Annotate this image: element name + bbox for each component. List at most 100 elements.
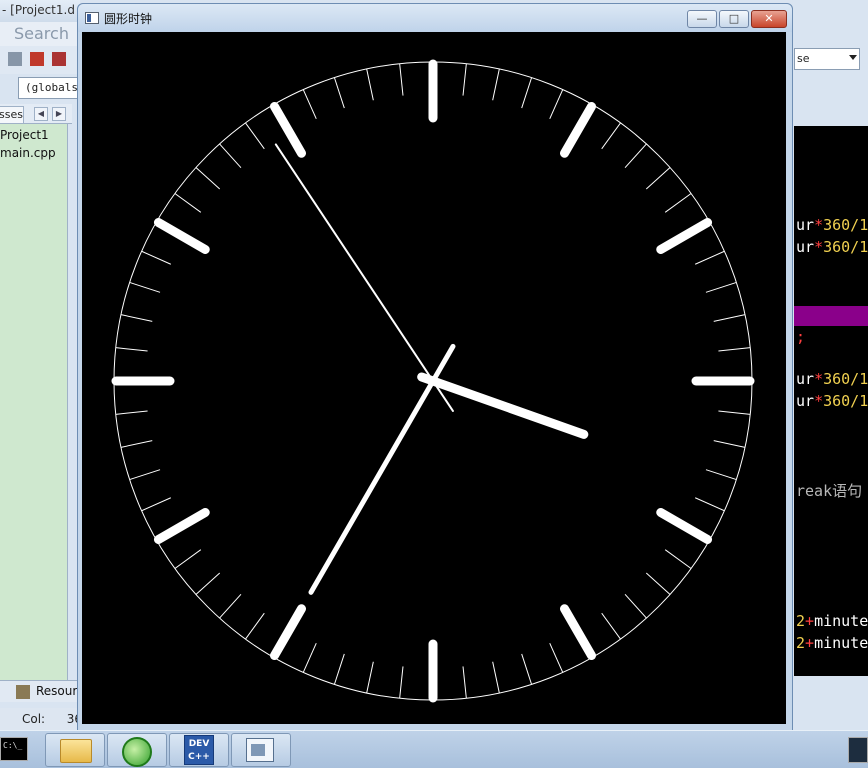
minute-tick [174,549,202,569]
minute-tick [302,642,317,673]
minute-tick [694,497,725,512]
tray-icon[interactable] [848,737,868,763]
minute-tick [718,347,751,352]
minute-tick [120,314,153,322]
delete-icon[interactable] [30,52,44,66]
chevron-down-icon [849,55,857,60]
code-line: ur*360/1 [796,370,868,388]
copy-icon[interactable] [8,52,22,66]
minute-tick [713,440,746,448]
code-editor[interactable]: ur*360/1 ur*360/1 ; ur*360/1 ur*360/1 re… [794,126,868,676]
minute-tick [664,549,692,569]
hour-tick [560,604,596,661]
ide-side-tabs: Classes ◀ ▶ [0,104,72,124]
devcpp-icon: DEV C++ [184,735,214,765]
minute-tick [492,68,500,101]
hour-tick [560,101,596,158]
code-line: ur*360/1 [796,238,868,256]
ide-bottom-tabs: Resour [0,680,80,702]
minute-tick [664,193,692,213]
minimize-button[interactable]: — [687,10,717,28]
function-combo[interactable]: se [794,48,860,70]
ide-search-label[interactable]: Search [0,22,80,46]
tab-left-arrow-icon[interactable]: ◀ [34,107,48,121]
status-col-label: Col: [22,712,46,726]
tab-classes[interactable]: Classes [0,106,24,124]
close-button[interactable]: ✕ [751,10,787,28]
clock-window[interactable]: 圆形时钟 — □ ✕ [77,3,793,731]
minute-hand [308,343,456,595]
tab-resources[interactable]: Resour [36,684,77,698]
minute-tick [333,77,345,109]
minute-tick [129,281,161,293]
hour-hand [417,372,589,439]
minute-tick [713,314,746,322]
hour-tick [656,218,713,254]
current-line-highlight [794,306,868,326]
app-window-icon[interactable] [85,12,99,24]
minute-tick [129,469,161,481]
cmd-icon[interactable]: C:\_ [0,737,28,761]
minute-tick [521,653,533,685]
minute-tick [120,440,153,448]
minute-tick [195,572,221,595]
minute-tick [366,68,374,101]
hour-tick [153,508,210,544]
project-tree: Project1 main.cpp [0,124,68,680]
resource-icon [16,685,30,699]
hour-tick [270,101,306,158]
minute-tick [219,143,242,169]
scope-combo[interactable]: (globals) [18,77,80,99]
code-line: ur*360/1 [796,392,868,410]
minute-tick [462,666,467,699]
clock-canvas [82,32,786,724]
minute-tick [462,63,467,96]
window-app-icon [246,738,274,762]
minute-tick [174,193,202,213]
taskbar: C:\_ DEV C++ [0,730,868,768]
tab-right-arrow-icon[interactable]: ▶ [52,107,66,121]
minute-tick [521,77,533,109]
minute-tick [219,593,242,619]
browser-icon [122,737,152,767]
minute-tick [601,612,621,640]
minute-tick [549,642,564,673]
code-line: reak语句 [796,482,863,500]
ide-statusbar: Col: 36 [0,708,82,730]
minute-tick [705,281,737,293]
minute-tick [302,89,317,120]
hour-tick [270,604,306,661]
minute-tick [245,612,265,640]
tree-item-main-cpp[interactable]: main.cpp [0,146,66,160]
minute-tick [141,497,172,512]
minute-tick [718,410,751,415]
maximize-button[interactable]: □ [719,10,749,28]
minute-tick [492,661,500,694]
second-hand [274,143,454,412]
code-line: ; [796,328,806,346]
clock-face [111,59,755,703]
minute-tick [601,122,621,150]
close-file-icon[interactable] [52,52,66,66]
window-title: 圆形时钟 [104,12,153,26]
minute-tick [645,167,671,190]
ide-toolbar [0,46,80,74]
window-titlebar[interactable]: 圆形时钟 — □ ✕ [78,4,792,32]
folder-icon [60,739,92,763]
minute-tick [115,347,148,352]
minute-tick [624,143,647,169]
minute-tick [645,572,671,595]
code-line: ur*360/1 [796,216,868,234]
hour-tick [656,508,713,544]
minute-tick [399,666,404,699]
minute-tick [195,167,221,190]
tree-item-project[interactable]: Project1 [0,128,66,142]
minute-tick [624,593,647,619]
ide-title: - [Project1.d [0,0,80,22]
code-line: 2+minute [796,612,868,630]
minute-tick [245,122,265,150]
minute-tick [399,63,404,96]
hour-tick [153,218,210,254]
minute-tick [141,250,172,265]
minute-tick [115,410,148,415]
